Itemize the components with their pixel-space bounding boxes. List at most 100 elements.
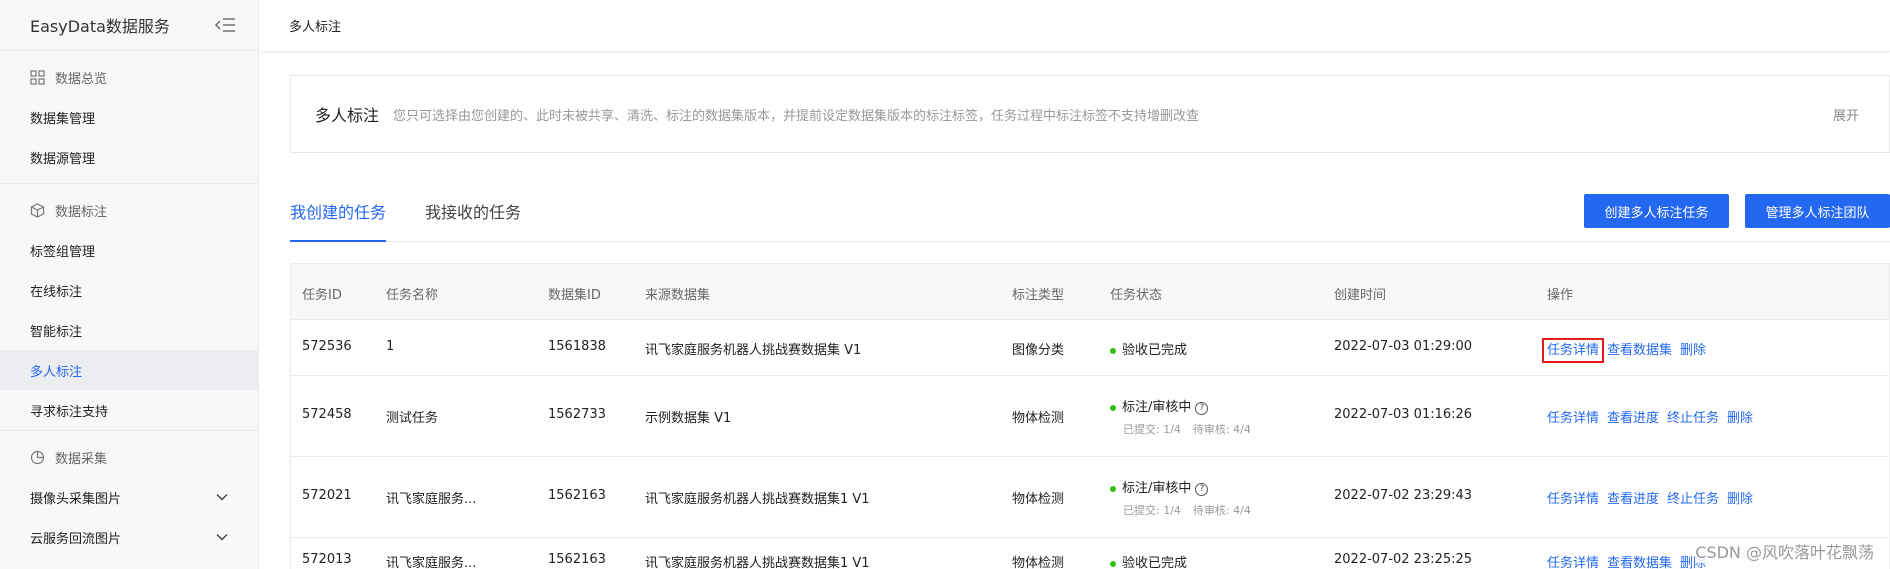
- status-text: 验收已完成: [1122, 556, 1188, 569]
- sidebar-group-label: 数据标注: [55, 204, 108, 220]
- table-row: 572021 讯飞家庭服务... 1562163 讯飞家庭服务机器人挑战赛数据集…: [291, 457, 1889, 538]
- brand-title: EasyData数据服务: [30, 17, 170, 36]
- task-id: 572013: [302, 552, 352, 567]
- app-brand: EasyData数据服务: [0, 0, 258, 50]
- row-actions: 任务详情 查看进度 终止任务 删除: [1547, 488, 1761, 507]
- table-row: 572458 测试任务 1562733 示例数据集 V1 物体检测 标注/审核中…: [291, 376, 1889, 457]
- sidebar-group-label: 数据采集: [55, 451, 108, 467]
- task-name: 1: [386, 339, 395, 354]
- sidebar-item-label: 在线标注: [30, 284, 83, 300]
- task-id: 572021: [302, 488, 352, 503]
- sidebar-item-online-annotation[interactable]: 在线标注: [0, 270, 258, 310]
- view-dataset-link[interactable]: 查看数据集: [1607, 343, 1672, 358]
- task-status: 标注/审核中? 已提交: 1/4 待审核: 4/4: [1110, 477, 1263, 518]
- pending-review-count: 待审核: 4/4: [1192, 423, 1251, 436]
- source-dataset: 讯飞家庭服务机器人挑战赛数据集1 V1: [645, 556, 870, 569]
- sidebar-item-label-group-management[interactable]: 标签组管理: [0, 230, 258, 270]
- sidebar-group-label: 数据总览: [55, 71, 108, 87]
- tab-my-created[interactable]: 我创建的任务: [290, 196, 387, 242]
- pending-review-count: 待审核: 4/4: [1192, 504, 1251, 517]
- status-dot-icon: [1110, 404, 1116, 411]
- task-detail-link[interactable]: 任务详情: [1541, 338, 1605, 363]
- sidebar-divider: [0, 50, 258, 51]
- status-dot-icon: [1110, 485, 1116, 492]
- create-task-button[interactable]: 创建多人标注任务: [1584, 194, 1729, 228]
- status-text: 标注/审核中: [1122, 481, 1192, 496]
- sidebar: EasyData数据服务 数据总览 数据集管理 数据源管理 数据标注 标签组管理…: [0, 0, 259, 569]
- status-dot-icon: [1110, 560, 1116, 567]
- column-header: 创建时间: [1334, 288, 1387, 303]
- sidebar-item-label: 摄像头采集图片: [30, 491, 122, 507]
- manage-team-button[interactable]: 管理多人标注团队: [1745, 194, 1890, 228]
- help-icon[interactable]: ?: [1195, 402, 1209, 415]
- chevron-down-icon: [216, 534, 228, 541]
- sidebar-item-label: 寻求标注支持: [30, 404, 109, 420]
- task-status: 标注/审核中? 已提交: 1/4 待审核: 4/4: [1110, 396, 1263, 437]
- delete-link[interactable]: 删除: [1680, 343, 1706, 358]
- pie-chart-icon: [30, 450, 45, 464]
- stop-task-link[interactable]: 终止任务: [1667, 492, 1719, 507]
- sidebar-item-cloud-reflow[interactable]: 云服务回流图片: [0, 517, 258, 557]
- sidebar-item-dataset-management[interactable]: 数据集管理: [0, 97, 258, 137]
- annotation-type: 图像分类: [1012, 343, 1065, 358]
- intro-panel: 多人标注 您只可选择由您创建的、此时未被共享、清洗、标注的数据集版本，并提前设定…: [290, 75, 1890, 153]
- task-detail-link[interactable]: 任务详情: [1547, 556, 1599, 569]
- help-icon[interactable]: ?: [1195, 483, 1209, 496]
- table-header: 任务ID 任务名称 数据集ID 来源数据集 标注类型 任务状态 创建时间 操作: [291, 264, 1889, 320]
- submitted-count: 已提交: 1/4: [1123, 423, 1181, 436]
- source-dataset: 讯飞家庭服务机器人挑战赛数据集 V1: [645, 343, 862, 358]
- task-detail-link[interactable]: 任务详情: [1547, 411, 1599, 426]
- status-text: 验收已完成: [1122, 343, 1188, 358]
- task-name: 讯飞家庭服务...: [386, 492, 477, 507]
- column-header: 来源数据集: [645, 288, 711, 303]
- column-header: 任务ID: [302, 288, 342, 303]
- expand-link[interactable]: 展开: [1833, 105, 1859, 124]
- sidebar-item-camera-collection[interactable]: 摄像头采集图片: [0, 477, 258, 517]
- sidebar-item-label: 智能标注: [30, 324, 83, 340]
- sidebar-item-smart-annotation[interactable]: 智能标注: [0, 310, 258, 350]
- task-name: 测试任务: [386, 411, 439, 426]
- task-id: 572458: [302, 407, 352, 422]
- view-progress-link[interactable]: 查看进度: [1607, 411, 1659, 426]
- annotation-type: 物体检测: [1012, 492, 1065, 507]
- tab-my-received[interactable]: 我接收的任务: [425, 196, 521, 242]
- cube-icon: [30, 202, 45, 218]
- view-dataset-link[interactable]: 查看数据集: [1607, 556, 1672, 569]
- column-header: 任务名称: [386, 288, 439, 303]
- intro-title: 多人标注: [315, 106, 380, 125]
- row-actions: 任务详情 查看进度 终止任务 删除: [1547, 407, 1761, 426]
- watermark: CSDN @风吹落叶花飘荡: [1695, 539, 1874, 563]
- sidebar-group-collection: 数据采集: [0, 437, 258, 477]
- column-header: 任务状态: [1110, 288, 1163, 303]
- dataset-id: 1561838: [548, 339, 606, 354]
- sidebar-item-annotation-support[interactable]: 寻求标注支持: [0, 390, 258, 430]
- chevron-down-icon: [216, 494, 228, 501]
- column-header: 数据集ID: [548, 288, 601, 303]
- created-time: 2022-07-03 01:16:26: [1334, 407, 1473, 422]
- sidebar-divider: [0, 430, 258, 431]
- sidebar-item-label: 标签组管理: [30, 244, 96, 260]
- source-dataset: 讯飞家庭服务机器人挑战赛数据集1 V1: [645, 492, 870, 507]
- status-progress: 已提交: 1/4 待审核: 4/4: [1123, 421, 1263, 437]
- sidebar-item-multi-annotation[interactable]: 多人标注: [0, 350, 258, 390]
- collapse-menu-icon[interactable]: [214, 17, 236, 33]
- task-status: 验收已完成: [1110, 552, 1187, 569]
- stop-task-link[interactable]: 终止任务: [1667, 411, 1719, 426]
- delete-link[interactable]: 删除: [1727, 411, 1753, 426]
- sidebar-item-label: 数据源管理: [30, 151, 96, 167]
- task-detail-link[interactable]: 任务详情: [1547, 492, 1599, 507]
- page-title: 多人标注: [289, 20, 342, 35]
- status-dot-icon: [1110, 347, 1116, 354]
- created-time: 2022-07-03 01:29:00: [1334, 339, 1473, 354]
- sidebar-item-label: 云服务回流图片: [30, 531, 122, 547]
- sidebar-item-datasource-management[interactable]: 数据源管理: [0, 137, 258, 177]
- view-progress-link[interactable]: 查看进度: [1607, 492, 1659, 507]
- sidebar-group-overview: 数据总览: [0, 57, 258, 97]
- dataset-id: 1562163: [548, 552, 606, 567]
- row-actions: 任务详情 查看数据集 删除: [1541, 338, 1714, 363]
- status-progress: 已提交: 1/4 待审核: 4/4: [1123, 502, 1263, 518]
- delete-link[interactable]: 删除: [1727, 492, 1753, 507]
- sidebar-item-label: 多人标注: [30, 364, 83, 380]
- task-name: 讯飞家庭服务...: [386, 556, 477, 569]
- task-id: 572536: [302, 339, 352, 354]
